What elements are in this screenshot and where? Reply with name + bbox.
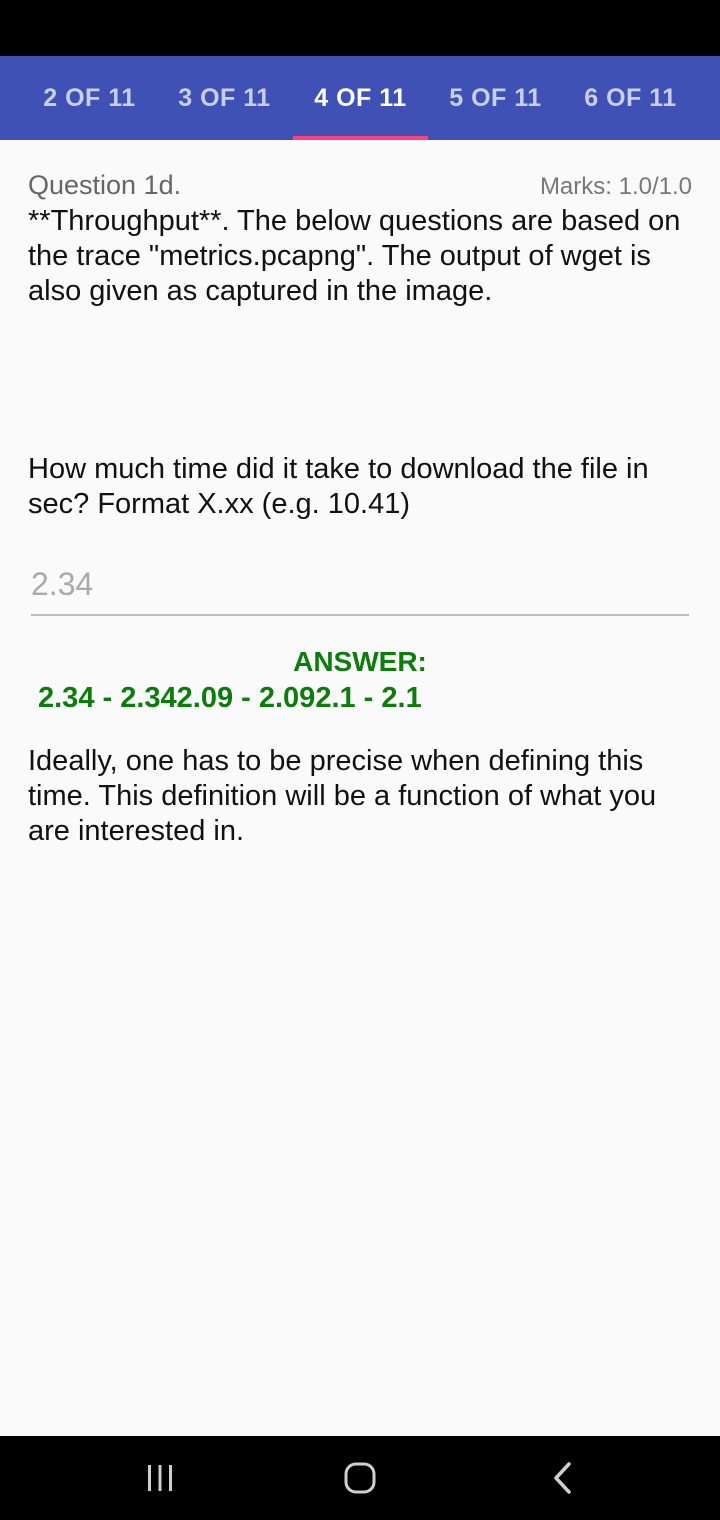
tab-label: 5 OF 11 — [449, 83, 542, 112]
tab-2-of-11[interactable]: 2 OF 11 — [22, 56, 157, 140]
home-button[interactable] — [300, 1436, 420, 1520]
recent-apps-button[interactable] — [100, 1436, 220, 1520]
question-marks: Marks: 1.0/1.0 — [539, 173, 692, 200]
tab-label: 3 OF 11 — [178, 83, 271, 112]
tab-3-of-11[interactable]: 3 OF 11 — [157, 56, 292, 140]
tab-6-of-11[interactable]: 6 OF 11 — [563, 56, 698, 140]
tab-5-of-11[interactable]: 5 OF 11 — [428, 56, 563, 140]
back-button[interactable] — [503, 1436, 623, 1520]
status-bar — [0, 0, 720, 56]
question-tab-bar: 2 OF 11 3 OF 11 4 OF 11 5 OF 11 6 OF 11 — [0, 56, 720, 140]
system-nav-bar — [0, 1436, 720, 1520]
question-text: **Throughput**. The below questions are … — [28, 205, 681, 307]
answer-input[interactable] — [31, 562, 689, 616]
back-icon — [554, 1462, 571, 1494]
home-icon — [344, 1462, 376, 1494]
recent-apps-icon — [148, 1465, 172, 1491]
question-prompt: How much time did it take to download th… — [28, 453, 649, 520]
answer-values: 2.34 - 2.342.09 - 2.092.1 - 2.1 — [38, 682, 422, 714]
question-header: Question 1d. Marks: 1.0/1.0 — [28, 140, 692, 210]
tab-4-of-11[interactable]: 4 OF 11 — [293, 56, 428, 140]
tab-label: 4 OF 11 — [314, 83, 407, 112]
tab-label: 2 OF 11 — [43, 83, 136, 112]
feedback-text: Ideally, one has to be precise when defi… — [28, 745, 657, 847]
answer-label: ANSWER: — [293, 646, 427, 677]
question-title: Question 1d. — [28, 170, 182, 200]
tab-label: 6 OF 11 — [584, 83, 677, 112]
